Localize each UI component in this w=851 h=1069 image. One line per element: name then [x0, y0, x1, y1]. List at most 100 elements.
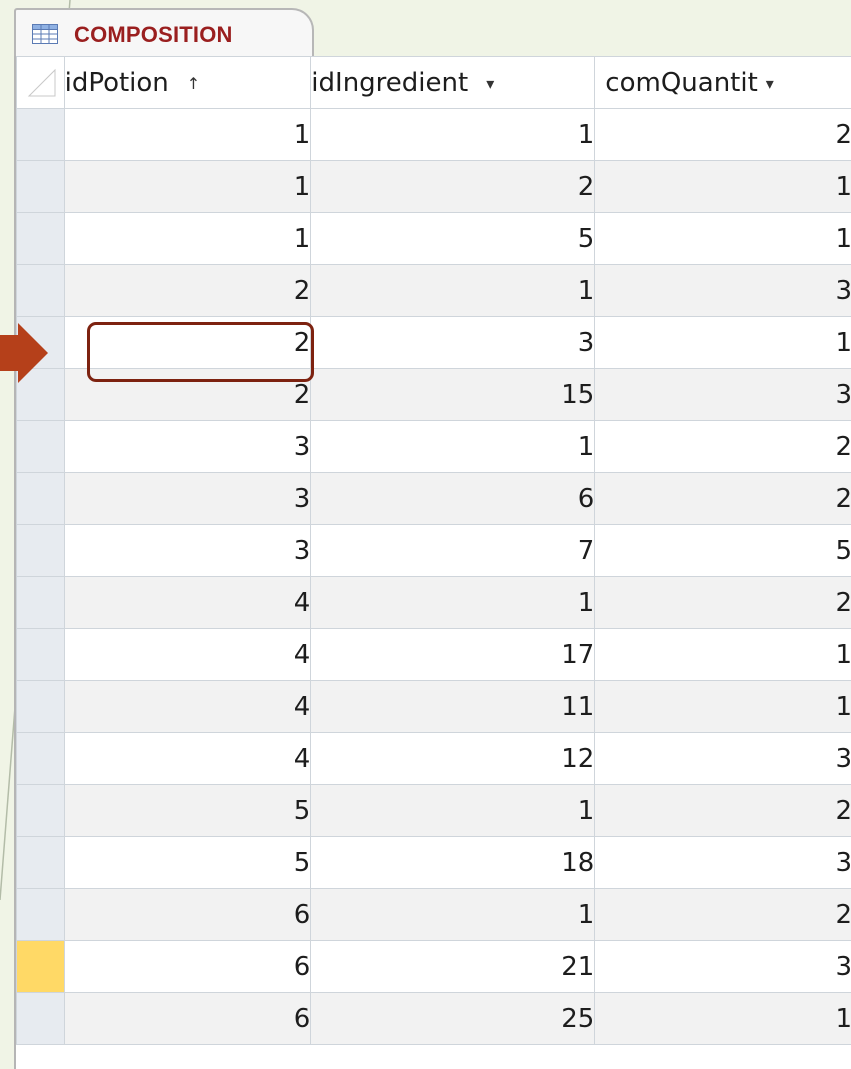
cell-comquantit[interactable]: 1	[594, 992, 851, 1045]
cell-comquantit[interactable]: 1	[594, 160, 851, 213]
table-row[interactable]: 121	[16, 160, 851, 213]
record-selector[interactable]	[16, 628, 65, 681]
table-row[interactable]: 4 12 3	[16, 732, 851, 785]
cell-comquantit[interactable]: 2	[594, 784, 851, 837]
cell-idpotion[interactable]: 4	[63, 732, 312, 785]
cell-comquantit[interactable]: 3	[594, 940, 851, 993]
cell-idpotion[interactable]: 3	[63, 524, 312, 577]
cell-idpotion[interactable]: 5	[63, 784, 312, 837]
cell-idingredient[interactable]: 6	[310, 472, 596, 525]
cell-comquantit[interactable]: 3	[594, 836, 851, 889]
cell-comquantit[interactable]: 3	[594, 368, 851, 421]
cell-comquantit[interactable]: 2	[594, 888, 851, 941]
cell-idpotion[interactable]: 2	[63, 264, 312, 317]
cell-idpotion[interactable]: 4	[63, 628, 312, 681]
pointer-arrow-icon	[0, 323, 48, 383]
cell-idingredient[interactable]: 18	[310, 836, 596, 889]
cell-idpotion[interactable]: 1	[63, 160, 312, 213]
record-selector[interactable]	[16, 784, 65, 837]
table-row[interactable]: 213	[16, 264, 851, 317]
cell-idpotion[interactable]: 4	[63, 680, 312, 733]
cell-idingredient[interactable]: 1	[310, 784, 596, 837]
table-tab[interactable]: COMPOSITION	[14, 8, 314, 58]
cell-idingredient[interactable]: 15	[310, 368, 596, 421]
cell-comquantit[interactable]: 1	[594, 628, 851, 681]
cell-comquantit[interactable]: 3	[594, 264, 851, 317]
dropdown-arrow-icon[interactable]: ▾	[766, 74, 774, 93]
column-label: idIngredient	[311, 67, 469, 98]
cell-idingredient[interactable]: 12	[310, 732, 596, 785]
datasheet: idPotion ↑ idIngredient ▾ comQuantit ▾ 1121…	[14, 56, 851, 1069]
select-all-triangle-icon	[27, 68, 56, 97]
table-row[interactable]: 5 18 3	[16, 836, 851, 889]
table-row[interactable]: 6 25 1	[16, 992, 851, 1045]
table-row[interactable]: 412	[16, 576, 851, 629]
cell-idingredient[interactable]: 17	[310, 628, 596, 681]
table-row[interactable]: 4 11 1	[16, 680, 851, 733]
record-selector[interactable]	[16, 472, 65, 525]
cell-comquantit[interactable]: 5	[594, 524, 851, 577]
dropdown-arrow-icon[interactable]: ▾	[486, 74, 494, 93]
header-row: idPotion ↑ idIngredient ▾ comQuantit ▾	[16, 56, 851, 109]
cell-comquantit[interactable]: 2	[594, 420, 851, 473]
table-row[interactable]: 151	[16, 212, 851, 265]
cell-idingredient[interactable]: 1	[310, 108, 596, 161]
cell-comquantit[interactable]: 2	[594, 576, 851, 629]
tab-title: COMPOSITION	[74, 22, 233, 47]
table-row[interactable]: 512	[16, 784, 851, 837]
record-selector[interactable]	[16, 576, 65, 629]
record-selector[interactable]	[16, 992, 65, 1045]
cell-idingredient[interactable]: 1	[310, 264, 596, 317]
cell-idingredient[interactable]: 2	[310, 160, 596, 213]
cell-idpotion[interactable]: 6	[63, 992, 312, 1045]
record-selector[interactable]	[16, 108, 65, 161]
cell-comquantit[interactable]: 3	[594, 732, 851, 785]
cell-idingredient[interactable]: 25	[310, 992, 596, 1045]
cell-idingredient[interactable]: 1	[310, 888, 596, 941]
record-selector[interactable]	[16, 524, 65, 577]
cell-idingredient[interactable]: 3	[310, 316, 596, 369]
table-row[interactable]: 6 21 3	[16, 940, 851, 993]
cell-idingredient[interactable]: 7	[310, 524, 596, 577]
table-row[interactable]: 612	[16, 888, 851, 941]
cell-comquantit[interactable]: 1	[594, 212, 851, 265]
table-row[interactable]: 112	[16, 108, 851, 161]
cell-idpotion[interactable]: 3	[63, 472, 312, 525]
table-row[interactable]: 4 17 1	[16, 628, 851, 681]
cell-idingredient[interactable]: 21	[310, 940, 596, 993]
table-row[interactable]: 362	[16, 472, 851, 525]
table-row[interactable]: 375	[16, 524, 851, 577]
highlight-box	[87, 322, 314, 382]
cell-comquantit[interactable]: 2	[594, 108, 851, 161]
cell-idpotion[interactable]: 1	[63, 108, 312, 161]
record-selector[interactable]	[16, 680, 65, 733]
column-header-idpotion[interactable]: idPotion ↑	[63, 56, 312, 109]
datasheet-table-icon	[32, 24, 58, 44]
cell-comquantit[interactable]: 2	[594, 472, 851, 525]
cell-idpotion[interactable]: 1	[63, 212, 312, 265]
cell-idpotion[interactable]: 6	[63, 940, 312, 993]
record-selector[interactable]	[16, 836, 65, 889]
cell-idpotion[interactable]: 4	[63, 576, 312, 629]
record-selector[interactable]	[16, 420, 65, 473]
record-selector[interactable]	[16, 732, 65, 785]
cell-idingredient[interactable]: 1	[310, 576, 596, 629]
table-row[interactable]: 312	[16, 420, 851, 473]
cell-idpotion[interactable]: 5	[63, 836, 312, 889]
record-selector[interactable]	[16, 264, 65, 317]
column-header-idingredient[interactable]: idIngredient ▾	[310, 56, 596, 109]
sort-ascending-icon[interactable]: ↑	[187, 74, 200, 93]
cell-idpotion[interactable]: 3	[63, 420, 312, 473]
column-header-comquantit[interactable]: comQuantit ▾	[594, 56, 851, 109]
cell-idpotion[interactable]: 6	[63, 888, 312, 941]
cell-comquantit[interactable]: 1	[594, 316, 851, 369]
record-selector[interactable]	[16, 888, 65, 941]
record-selector[interactable]	[16, 212, 65, 265]
cell-comquantit[interactable]: 1	[594, 680, 851, 733]
record-selector[interactable]	[16, 160, 65, 213]
select-all-corner[interactable]	[16, 56, 65, 109]
cell-idingredient[interactable]: 11	[310, 680, 596, 733]
cell-idingredient[interactable]: 1	[310, 420, 596, 473]
cell-idingredient[interactable]: 5	[310, 212, 596, 265]
current-record-selector[interactable]	[16, 940, 65, 993]
